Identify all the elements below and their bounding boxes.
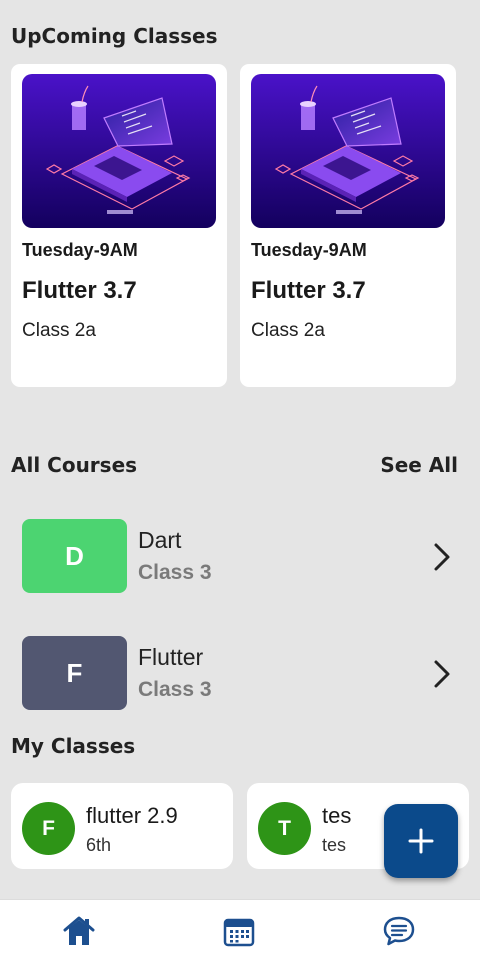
bottom-navigation [0, 899, 480, 961]
all-courses-title: All Courses [11, 453, 138, 477]
class-grade: tes [322, 835, 347, 855]
course-list-item[interactable]: F Flutter Class 3 [0, 636, 480, 712]
class-time: Tuesday-9AM [251, 240, 367, 260]
chat-icon[interactable] [382, 914, 416, 948]
class-name: flutter 2.9 [86, 803, 178, 828]
course-name: Flutter [138, 644, 204, 670]
add-button[interactable] [384, 804, 458, 878]
course-class: Class 3 [138, 561, 212, 584]
my-class-card[interactable]: F flutter 2.9 6th [11, 783, 233, 869]
chevron-right-icon[interactable] [430, 658, 458, 690]
class-avatar: T [258, 802, 311, 855]
course-avatar: F [22, 636, 127, 710]
laptop-illustration [22, 74, 216, 228]
laptop-illustration [251, 74, 445, 228]
see-all-link[interactable]: See All [380, 453, 458, 477]
class-subtitle: Class 2a [251, 320, 325, 341]
upcoming-class-card[interactable]: Tuesday-9AM Flutter 3.7 Class 2a [11, 64, 227, 387]
class-avatar: F [22, 802, 75, 855]
class-title: Flutter 3.7 [22, 277, 137, 304]
upcoming-classes-title: UpComing Classes [11, 24, 218, 48]
class-subtitle: Class 2a [22, 320, 96, 341]
class-name: tes [322, 803, 352, 828]
class-time: Tuesday-9AM [22, 240, 138, 260]
my-classes-title: My Classes [11, 734, 136, 758]
course-class: Class 3 [138, 678, 212, 701]
chevron-right-icon[interactable] [430, 541, 458, 573]
course-avatar: D [22, 519, 127, 593]
home-icon[interactable] [62, 914, 96, 948]
upcoming-class-card[interactable]: Tuesday-9AM Flutter 3.7 Class 2a [240, 64, 456, 387]
course-list-item[interactable]: D Dart Class 3 [0, 519, 480, 595]
plus-icon [408, 828, 434, 854]
course-name: Dart [138, 527, 182, 553]
class-title: Flutter 3.7 [251, 277, 366, 304]
class-grade: 6th [86, 835, 112, 855]
calendar-icon[interactable] [222, 914, 256, 948]
